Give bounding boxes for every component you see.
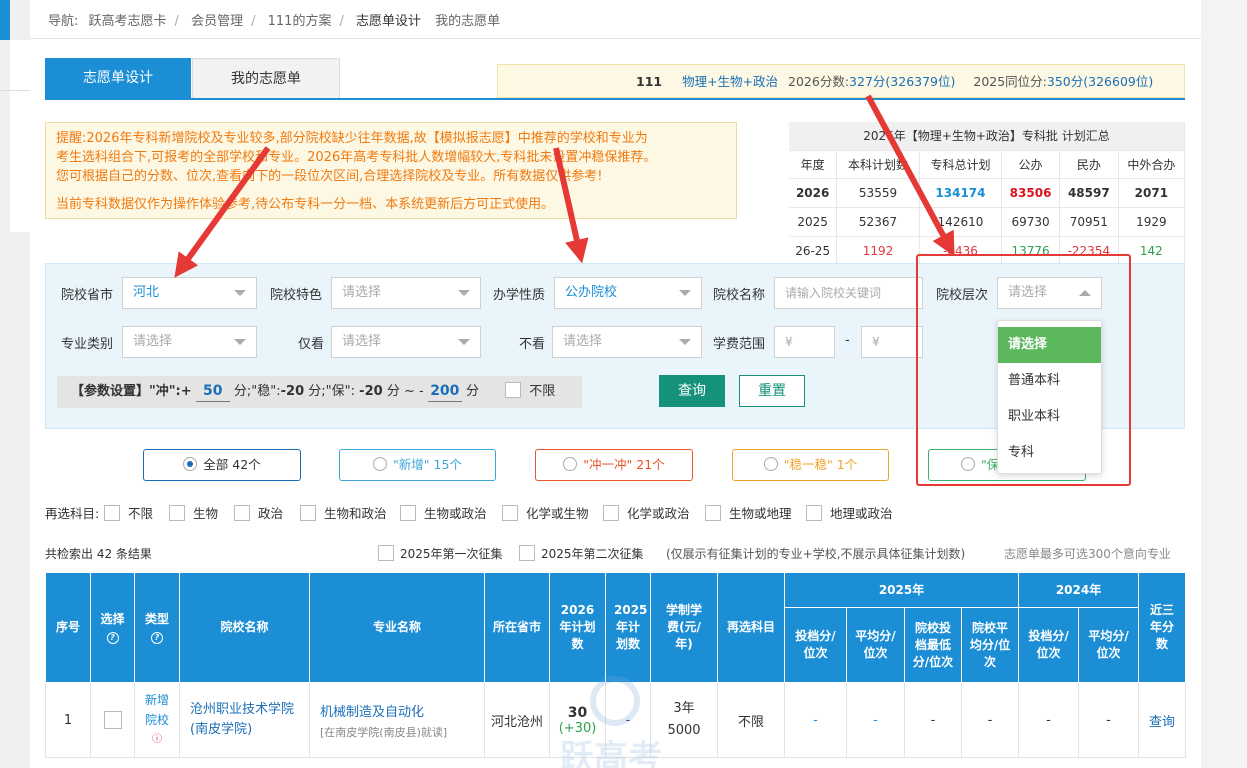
nature-select[interactable]: 公办院校 [554, 277, 702, 309]
checkbox-icon [502, 505, 518, 521]
checkbox-icon [378, 545, 394, 561]
breadcrumb-extra: 我的志愿单 [435, 14, 501, 29]
query-button[interactable]: 查询 [659, 375, 725, 407]
checkbox-icon [104, 505, 120, 521]
reset-button[interactable]: 重置 [739, 375, 805, 407]
radio-checked-icon [183, 457, 198, 471]
level-dropdown: 请选择 普通本科 职业本科 专科 [997, 320, 1102, 474]
province-select[interactable]: 河北 [122, 277, 257, 309]
subject-option[interactable]: 化学或政治 [603, 503, 690, 522]
subject-option[interactable]: 生物 [169, 503, 218, 522]
major-link[interactable]: 机械制造及自动化 [320, 701, 474, 720]
checkbox-icon [234, 505, 250, 521]
notice-box: 提醒:2026年专科新增院校及专业较多,部分院校缺少往年数据,故【模拟报志愿】中… [45, 122, 737, 219]
chevron-down-icon [458, 290, 470, 296]
subject-option[interactable]: 政治 [234, 503, 283, 522]
school-link[interactable]: 沧州职业技术学院(南皮学院) [179, 682, 310, 758]
filter-pill-new[interactable]: "新增" 15个 [339, 449, 496, 481]
subject-option[interactable]: 不限 [104, 503, 153, 522]
plan-table-title: 2026年【物理+生物+政治】专科批 计划汇总 [789, 122, 1185, 151]
checkbox-icon [300, 505, 316, 521]
major-category-select[interactable]: 请选择 [122, 326, 257, 358]
checkbox-icon [705, 505, 721, 521]
chevron-down-icon [458, 339, 470, 345]
help-icon[interactable]: ? [106, 631, 119, 644]
bao-input[interactable]: 200 [427, 381, 462, 402]
checkbox-icon [519, 545, 535, 561]
exclude-select[interactable]: 请选择 [552, 326, 702, 358]
only-view-select[interactable]: 请选择 [331, 326, 481, 358]
radio-icon [763, 457, 778, 471]
checkbox-icon [169, 505, 185, 521]
breadcrumb-link[interactable]: 跃高考志愿卡 [89, 14, 167, 29]
feature-select[interactable]: 请选择 [331, 277, 481, 309]
chong-input[interactable]: 50 [195, 381, 230, 402]
filter-pill-wen[interactable]: "稳一稳" 1个 [732, 449, 889, 481]
breadcrumb-current: 志愿单设计 [355, 14, 421, 29]
breadcrumb-link[interactable]: 111的方案 [268, 14, 332, 29]
breadcrumb-link[interactable]: 会员管理 [191, 14, 243, 29]
level-select[interactable]: 请选择 [997, 277, 1102, 309]
checkbox-icon [400, 505, 416, 521]
table-row: 2025 52367 142610 69730 70951 1929 [789, 207, 1186, 237]
radio-icon [373, 457, 388, 471]
fee-min-input[interactable]: ¥ [774, 326, 835, 358]
chevron-down-icon [234, 290, 246, 296]
chevron-up-icon [1079, 290, 1091, 296]
level-option[interactable]: 请选择 [998, 327, 1101, 363]
filter-pill-all[interactable]: 全部 42个 [143, 449, 301, 481]
table-row: 2026 53559 134174 83506 48597 2071 [789, 178, 1186, 208]
subject-option[interactable]: 生物或地理 [705, 503, 792, 522]
radio-icon [961, 457, 975, 471]
radio-icon [563, 457, 578, 471]
subject-option[interactable]: 生物和政治 [300, 503, 387, 522]
level-option[interactable]: 专科 [998, 435, 1101, 471]
subject-option[interactable]: 化学或生物 [502, 503, 589, 522]
info-circle-icon[interactable]: ⓘ [135, 730, 179, 750]
left-rail-accent [0, 0, 10, 40]
score-summary: 111 物理+生物+政治 2026分数:327分(326379位) 2025同位… [497, 64, 1185, 98]
table-row: 26-25 1192 -8436 13776 -22354 142 [789, 236, 1186, 266]
result-count: 共检索出 42 条结果 [45, 547, 152, 561]
table-row: 1 新增 院校 ⓘ 沧州职业技术学院(南皮学院) 机械制造及自动化 [在南皮学院(南皮… [45, 682, 1187, 758]
chevron-down-icon [679, 339, 691, 345]
checkbox-icon [603, 505, 619, 521]
filter-pill-chong[interactable]: "冲一冲" 21个 [535, 449, 693, 481]
collect1-option[interactable]: 2025年第一次征集 [378, 545, 503, 562]
breadcrumb: 导航: 跃高考志愿卡 / 会员管理/ 111的方案 / 志愿单设计 我的志愿单 [48, 14, 501, 29]
subject-option[interactable]: 地理或政治 [806, 503, 893, 522]
fee-max-input[interactable]: ¥ [861, 326, 923, 358]
left-rail [0, 0, 30, 768]
help-icon[interactable]: ? [151, 631, 163, 644]
unlimit-checkbox[interactable] [505, 382, 522, 398]
plan-summary-table: 2026年【物理+生物+政治】专科批 计划汇总 年度 本科计划数 专科总计划 公办 民办… [789, 122, 1186, 266]
school-name-input[interactable]: 请输入院校关键词 [774, 277, 923, 309]
chevron-down-icon [234, 339, 246, 345]
row-select-checkbox[interactable] [103, 711, 122, 729]
level-option[interactable]: 普通本科 [998, 363, 1101, 399]
tab-design[interactable]: 志愿单设计 [45, 58, 191, 98]
results-table: 序号 选择? 类型? 院校名称 专业名称 所在省市 2026年计划数 2025年… [45, 572, 1187, 758]
subject-option[interactable]: 生物或政治 [400, 503, 487, 522]
checkbox-icon [806, 505, 822, 521]
level-option[interactable]: 职业本科 [998, 399, 1101, 435]
chevron-down-icon [679, 290, 691, 296]
param-settings: 【参数设置】"冲":+ 50 分;"稳":-20 分;"保": -20 分 ~ … [57, 376, 582, 408]
query-scores-link[interactable]: 查询 [1138, 682, 1187, 758]
tab-my-list[interactable]: 我的志愿单 [192, 58, 340, 98]
collect2-option[interactable]: 2025年第二次征集 [519, 545, 644, 562]
